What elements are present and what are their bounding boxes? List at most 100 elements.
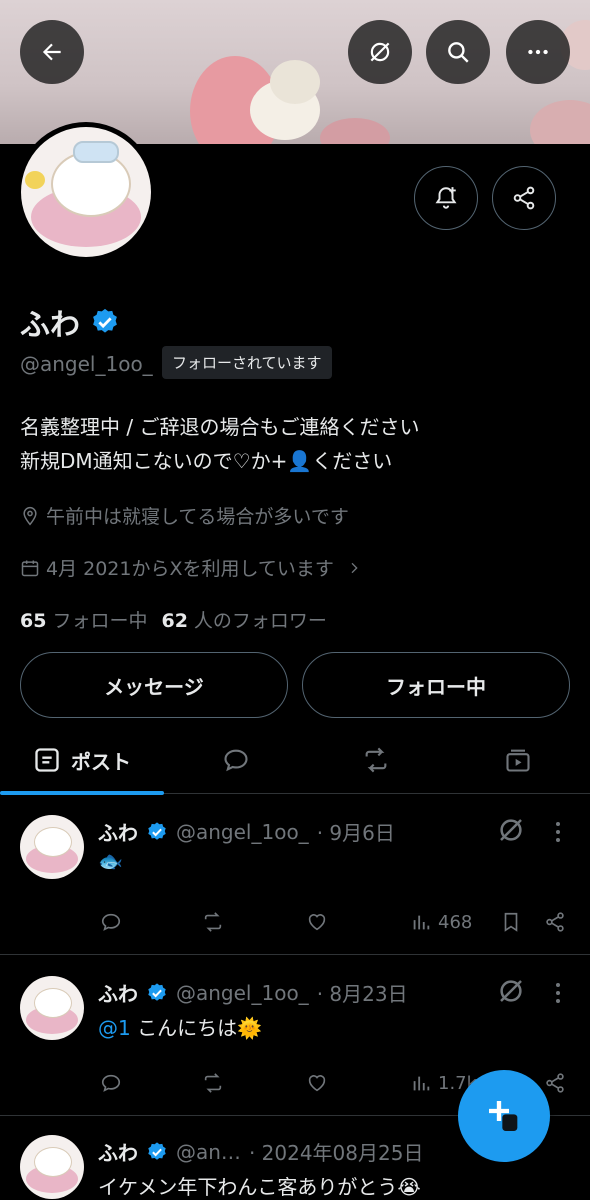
more-button[interactable]	[506, 20, 570, 84]
verified-badge-icon	[148, 982, 166, 1001]
bookmark-icon	[504, 912, 518, 932]
following-stat[interactable]: 65 フォロー中	[20, 606, 147, 633]
post-author-name[interactable]: ふわ	[98, 978, 138, 1007]
tab-posts[interactable]: ポスト	[0, 726, 164, 795]
post-avatar[interactable]	[20, 1135, 84, 1199]
post-author-handle: @angel_1oo_	[176, 980, 309, 1005]
reply-icon	[101, 913, 121, 931]
bell-plus-icon	[435, 187, 457, 209]
back-button[interactable]	[20, 20, 84, 84]
tab-replies[interactable]	[196, 726, 276, 794]
media-icon	[506, 749, 530, 772]
bio-line-2: 新規DM通知こないので♡か+👤ください	[20, 449, 393, 473]
following-button[interactable]: フォロー中	[302, 652, 570, 718]
compose-plus-icon	[489, 1101, 518, 1131]
following-label: フォロー中	[52, 610, 148, 632]
location-icon	[23, 506, 37, 525]
post-more-icon[interactable]	[548, 978, 568, 1008]
message-button[interactable]: メッセージ	[20, 652, 288, 718]
grok-button[interactable]	[348, 20, 412, 84]
avatar-image	[21, 127, 151, 257]
post-author-handle: @an…	[176, 1139, 241, 1164]
bio-line-1: 名義整理中 / ご辞退の場合もご連絡ください	[20, 415, 420, 439]
post-author-name[interactable]: ふわ	[98, 1137, 138, 1166]
grok-icon	[370, 42, 390, 62]
repost-button[interactable]	[202, 1072, 224, 1094]
compose-post-button[interactable]	[458, 1070, 550, 1162]
verified-badge-icon[interactable]	[90, 307, 120, 337]
repost-button[interactable]	[202, 911, 224, 933]
joined-text: 4月 2021からXを利用しています	[46, 558, 334, 580]
share-icon	[546, 912, 564, 932]
post-mention[interactable]: @1	[98, 1016, 131, 1040]
profile-avatar[interactable]	[16, 122, 156, 262]
view-count: 468	[438, 911, 473, 933]
notify-button[interactable]	[414, 166, 478, 230]
tab-posts-label: ポスト	[71, 749, 131, 774]
share-icon	[513, 186, 535, 210]
reply-icon	[224, 749, 248, 772]
repost-icon	[204, 912, 222, 932]
posts-icon	[35, 748, 59, 772]
post-date: · 2024年08月25日	[248, 1141, 424, 1165]
post-date: · 8月23日	[316, 982, 408, 1006]
share-button[interactable]	[544, 1072, 566, 1094]
profile-bio: 名義整理中 / ご辞退の場合もご連絡ください 新規DM通知こないので♡か+👤くだ…	[20, 410, 419, 478]
follows-you-badge: フォローされています	[162, 346, 332, 379]
search-button[interactable]	[426, 20, 490, 84]
followers-count: 62	[161, 610, 188, 632]
tab-reposts[interactable]	[336, 726, 416, 794]
followers-label: 人のフォロワー	[193, 610, 327, 632]
reply-icon	[101, 1074, 121, 1092]
banner-character-head	[270, 60, 320, 104]
grok-icon[interactable]	[496, 815, 526, 845]
share-profile-button[interactable]	[492, 166, 556, 230]
verified-badge-icon	[148, 821, 166, 840]
tab-media[interactable]	[478, 726, 558, 794]
chevron-right-icon	[351, 562, 358, 573]
following-count: 65	[20, 610, 47, 632]
post-avatar[interactable]	[20, 815, 84, 879]
post-date: · 9月6日	[316, 821, 395, 845]
follow-stats: 65 フォロー中 62 人のフォロワー	[20, 606, 327, 633]
post-header: ふわ @an… · 2024年08月25日	[98, 1137, 423, 1166]
reply-button[interactable]	[100, 1072, 122, 1094]
post-avatar[interactable]	[20, 976, 84, 1040]
joined-row[interactable]: 4月 2021からXを利用しています	[20, 554, 362, 581]
views-button[interactable]: 468	[410, 911, 472, 933]
share-icon	[546, 1073, 564, 1093]
profile-name: ふわ	[20, 308, 80, 343]
post-more-icon[interactable]	[548, 817, 568, 847]
post-text: @1 こんにちは🌞	[98, 1012, 262, 1041]
arrow-left-icon	[42, 43, 61, 61]
post-header: ふわ @angel_1oo_ · 8月23日	[98, 978, 408, 1007]
more-horizontal-icon	[528, 49, 548, 55]
share-button[interactable]	[544, 911, 566, 933]
post-text-content: こんにちは🌞	[130, 1016, 262, 1040]
like-button[interactable]	[306, 1072, 328, 1094]
verified-badge-icon	[148, 1141, 166, 1160]
profile-handle: @angel_1oo_	[20, 352, 153, 376]
post-author-name[interactable]: ふわ	[98, 817, 138, 846]
heart-icon	[308, 1075, 326, 1092]
banner-strawberry-2	[320, 118, 390, 144]
calendar-icon	[21, 560, 39, 576]
bookmark-button[interactable]	[500, 911, 522, 933]
views-icon	[413, 1076, 430, 1091]
like-button[interactable]	[306, 911, 328, 933]
post-item[interactable]: ふわ @angel_1oo_ · 9月6日 🐟 468	[0, 795, 590, 955]
location-row: 午前中は就寝してる場合が多いです	[20, 502, 349, 529]
banner-strawberry-3	[530, 100, 590, 144]
profile-name-row: ふわ	[20, 300, 120, 344]
reply-button[interactable]	[100, 911, 122, 933]
heart-icon	[308, 914, 326, 931]
post-text: イケメン年下わんこ客ありがとう😭	[98, 1175, 421, 1199]
post-actions: 468	[98, 911, 578, 943]
repost-icon	[204, 1073, 222, 1093]
search-icon	[448, 42, 469, 63]
repost-icon	[365, 747, 387, 773]
location-text: 午前中は就寝してる場合が多いです	[46, 506, 349, 528]
profile-tabs: ポスト	[0, 726, 590, 795]
followers-stat[interactable]: 62 人のフォロワー	[161, 606, 326, 633]
grok-icon[interactable]	[496, 976, 526, 1006]
